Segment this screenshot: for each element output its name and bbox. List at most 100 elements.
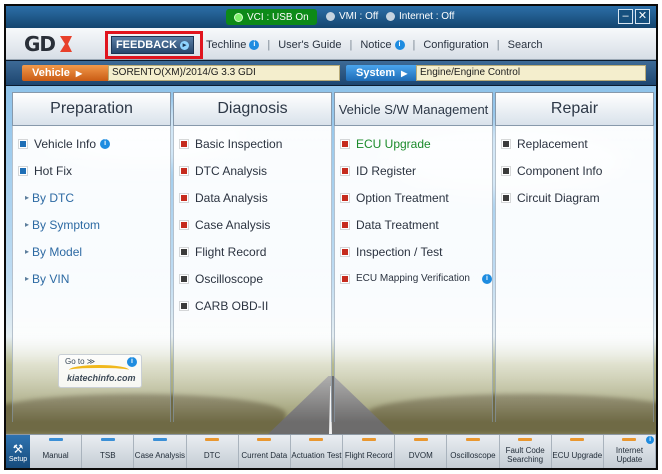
menu-item-label: By DTC [32,190,75,205]
toolbar: GD FEEDBACK ▸ Techline i | User's Guide | Not… [6,28,656,60]
bullet-icon [341,247,349,256]
taskbar-manual[interactable]: Manual [30,435,83,468]
system-button[interactable]: System ▶ [346,65,416,81]
menu-item-replacement[interactable]: Replacement [496,130,653,157]
tab-indicator-icon [152,438,167,441]
menu-search[interactable]: Search [508,39,543,51]
setup-button[interactable]: ⚒ Setup [6,435,30,468]
taskbar-flight-record[interactable]: Flight Record [343,435,396,468]
top-menu: Techline i | User's Guide | Notice i | Configura… [206,37,646,53]
menu-configuration[interactable]: Configuration [423,39,488,51]
column-body: Replacement Component Info Circuit Diagram [495,126,654,422]
menu-item-hot-fix[interactable]: Hot Fix [13,157,170,184]
bullet-icon [341,139,349,148]
menu-item-label: Basic Inspection [195,136,283,151]
menu-techline[interactable]: Techline i [206,39,260,51]
menu-item-label: Hot Fix [34,163,73,178]
menu-item-oscilloscope[interactable]: Oscilloscope [174,265,331,292]
menu-item-vehicle-info[interactable]: Vehicle Info i [13,130,170,157]
column-header: Diagnosis [173,92,332,126]
menu-item-case-analysis[interactable]: Case Analysis [174,211,331,238]
menu-item-data-treatment[interactable]: Data Treatment [335,211,492,238]
menu-item-option-treatment[interactable]: Option Treatment [335,184,492,211]
menu-label: Techline [206,39,247,51]
menu-item-circuit-diagram[interactable]: Circuit Diagram [496,184,653,211]
tab-indicator-icon [413,438,428,441]
internet-status-text: Internet : Off [399,11,455,22]
menu-item-basic-inspection[interactable]: Basic Inspection [174,130,331,157]
kiatechinfo-site: kiatechinfo.com [67,373,136,383]
menu-separator: | [267,39,271,51]
column-body: ECU Upgrade ID Register Option Treatment Da… [334,126,493,422]
bullet-icon [180,274,188,283]
tab-indicator-icon [48,438,63,441]
system-label: System [356,67,396,79]
tab-label: Oscilloscope [450,450,496,460]
tab-label: Flight Record [344,450,393,460]
menu-item-data-analysis[interactable]: Data Analysis [174,184,331,211]
taskbar-dtc[interactable]: DTC [187,435,239,468]
taskbar-dvom[interactable]: DVOM [395,435,448,468]
menu-item-carb-obd-ii[interactable]: CARB OBD-II [174,292,331,319]
minimize-button[interactable]: – [618,9,633,24]
sub-arrow-icon: ▸ [25,247,30,256]
menu-notice[interactable]: Notice i [360,39,405,51]
close-button[interactable]: ✕ [635,9,650,24]
taskbar-ecu-upgrade[interactable]: ECU Upgrade [552,435,604,468]
menu-item-label: Case Analysis [195,217,271,232]
taskbar-case-analysis[interactable]: Case Analysis [134,435,187,468]
menu-item-flight-record[interactable]: Flight Record [174,238,331,265]
menu-label: Configuration [423,39,489,51]
setup-tools-icon: ⚒ [12,441,24,456]
tab-indicator-icon [518,438,533,441]
menu-item-by-symptom[interactable]: ▸ By Symptom [13,211,170,238]
internet-status: Internet : Off [386,9,454,24]
bullet-icon [180,166,188,175]
taskbar-tsb[interactable]: TSB [82,435,135,468]
info-icon: i [100,138,111,149]
context-bar: Vehicle ▶ SORENTO(XM)/2014/G 3.3 GDI Sys… [6,61,656,85]
vehicle-button[interactable]: Vehicle ▶ [22,65,108,81]
info-icon: i [646,436,655,444]
tab-label: Manual [42,450,69,460]
menu-item-label: Flight Record [195,244,267,259]
taskbar-internet-update[interactable]: Internet Update i [604,435,656,468]
gds-logo-text: GD [24,32,56,56]
menu-item-by-dtc[interactable]: ▸ By DTC [13,184,170,211]
menu-item-label: Data Analysis [195,190,268,205]
menu-item-id-register[interactable]: ID Register [335,157,492,184]
menu-item-label: By VIN [32,271,70,286]
menu-item-by-model[interactable]: ▸ By Model [13,238,170,265]
menu-item-label: CARB OBD-II [195,298,269,313]
menu-item-label: Option Treatment [356,190,449,205]
menu-item-by-vin[interactable]: ▸ By VIN [13,265,170,292]
taskbar-fault-code-searching[interactable]: Fault Code Searching [500,435,552,468]
info-icon: i [127,357,137,367]
main-panel: Preparation Vehicle Info i Hot Fix ▸ By DTC ▸ B… [6,86,656,434]
title-bar: VCI : USB On VMI : Off Internet : Off – … [6,6,656,28]
tab-label: ECU Upgrade [552,450,603,460]
kiatechinfo-link[interactable]: Go to ≫ i kiatechinfo.com [58,354,142,388]
gds-logo: GD [24,32,75,56]
taskbar-actuation-test[interactable]: Actuation Test [291,435,344,468]
menu-item-dtc-analysis[interactable]: DTC Analysis [174,157,331,184]
menu-user-s-guide[interactable]: User's Guide [278,39,341,51]
menu-item-ecu-mapping-verification[interactable]: ECU Mapping Verification i [335,265,492,292]
taskbar-current-data[interactable]: Current Data [239,435,291,468]
tab-label: Current Data [241,450,288,460]
menu-item-inspection-test[interactable]: Inspection / Test [335,238,492,265]
menu-item-label: ECU Upgrade [356,136,431,151]
vmi-status-icon [326,12,335,21]
bullet-icon [341,166,349,175]
menu-item-ecu-upgrade[interactable]: ECU Upgrade [335,130,492,157]
gds-logo-mark-icon [60,36,73,52]
taskbar-oscilloscope[interactable]: Oscilloscope [447,435,500,468]
feedback-button[interactable]: FEEDBACK ▸ [111,36,194,54]
tab-label: DTC [203,450,221,460]
menu-item-component-info[interactable]: Component Info [496,157,653,184]
tab-indicator-icon [465,438,480,441]
sub-arrow-icon: ▸ [25,220,30,229]
bullet-icon [180,139,188,148]
bullet-icon [180,301,188,310]
menu-item-label: Circuit Diagram [517,190,600,205]
